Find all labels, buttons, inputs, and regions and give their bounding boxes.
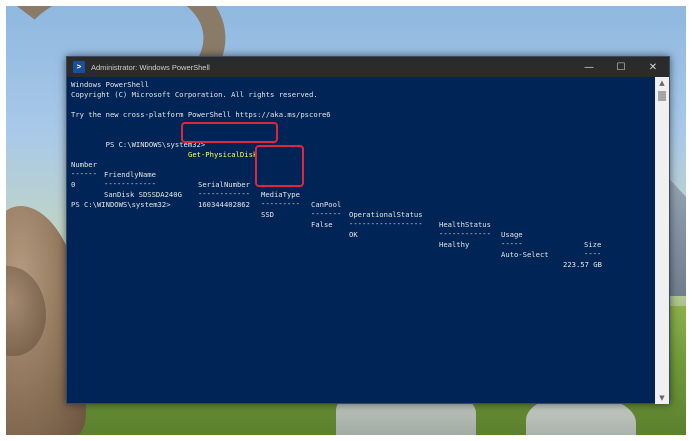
powershell-icon: > (73, 61, 85, 73)
powershell-window[interactable]: > Administrator: Windows PowerShell — ☐ … (66, 56, 670, 404)
table-cell: SSD (261, 210, 274, 219)
scrollbar-thumb[interactable] (658, 91, 666, 101)
pscore-line: Try the new cross-platform PowerShell ht… (71, 110, 331, 119)
table-cell: Auto-Select (501, 250, 549, 259)
table-cell: False (311, 220, 333, 229)
mediatype-highlight (255, 145, 304, 187)
maximize-button[interactable]: ☐ (605, 57, 637, 77)
close-button[interactable]: ✕ (637, 57, 669, 77)
table-cell: 0 (71, 180, 76, 189)
table-row: 0 SanDisk SDSSDA240G 160344402862 SSD Fa… (71, 170, 651, 280)
scroll-down-icon[interactable]: ▼ (655, 392, 669, 404)
banner-line: Windows PowerShell (71, 80, 149, 89)
vertical-scrollbar[interactable]: ▲ ▼ (655, 77, 669, 404)
prompt-line: PS C:\WINDOWS\system32> (71, 200, 171, 209)
scroll-up-icon[interactable]: ▲ (655, 77, 669, 89)
command-highlight (181, 122, 278, 143)
window-title: Administrator: Windows PowerShell (91, 62, 210, 72)
minimize-button[interactable]: — (573, 57, 605, 77)
ibex-head (6, 266, 46, 356)
title-bar[interactable]: > Administrator: Windows PowerShell — ☐ … (67, 57, 669, 77)
table-cell: SanDisk SDSSDA240G (104, 190, 182, 199)
copyright-line: Copyright (C) Microsoft Corporation. All… (71, 90, 318, 99)
table-cell: Healthy (439, 240, 470, 249)
console-output[interactable]: Windows PowerShell Copyright (C) Microso… (71, 80, 651, 400)
table-cell: 223.57 GB (563, 260, 602, 269)
window-controls: — ☐ ✕ (573, 57, 669, 77)
table-cell: OK (349, 230, 358, 239)
table-cell: 160344402862 (198, 200, 250, 209)
desktop-background: > Administrator: Windows PowerShell — ☐ … (6, 6, 686, 435)
